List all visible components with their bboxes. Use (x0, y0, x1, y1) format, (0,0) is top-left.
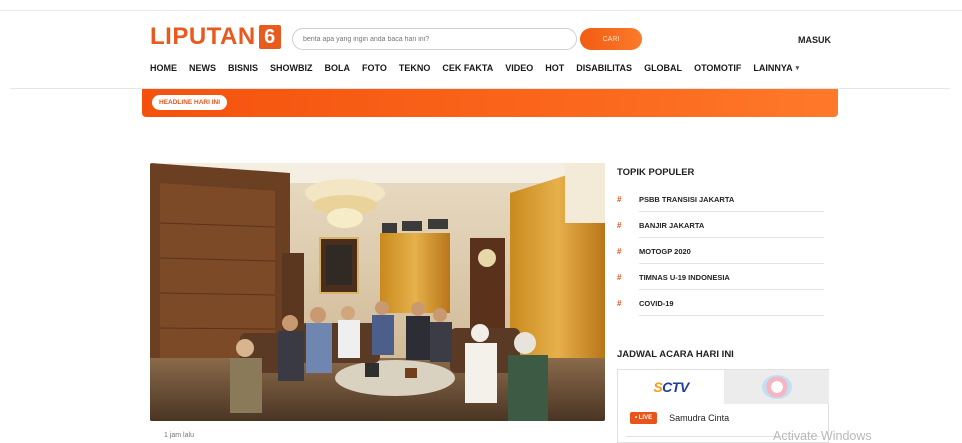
program-row[interactable]: • LIVE Samudra Cinta (630, 412, 729, 424)
hash-icon: # (617, 220, 622, 230)
topic-label: COVID-19 (639, 298, 674, 308)
topic-item[interactable]: # COVID-19 (617, 290, 824, 316)
topic-label: BANJIR JAKARTA (639, 220, 705, 230)
nav-item-disabilitas[interactable]: DISABILITAS (576, 63, 632, 73)
nav-item-showbiz[interactable]: SHOWBIZ (270, 63, 313, 73)
live-badge: • LIVE (630, 412, 658, 424)
topic-label: PSBB TRANSISI JAKARTA (639, 194, 735, 204)
site-logo[interactable]: LIPUTAN 6 (150, 24, 281, 50)
nav-item-bola[interactable]: BOLA (325, 63, 351, 73)
search-input[interactable] (292, 28, 577, 50)
hash-icon: # (617, 298, 622, 308)
topik-populer-list: # PSBB TRANSISI JAKARTA # BANJIR JAKARTA… (617, 186, 824, 316)
nav-item-news[interactable]: NEWS (189, 63, 216, 73)
hash-icon: # (617, 194, 622, 204)
nav-item-otomotif[interactable]: OTOMOTIF (694, 63, 741, 73)
topic-label: MOTOGP 2020 (639, 246, 691, 256)
logo-text: LIPUTAN (150, 23, 256, 50)
topik-populer-title: TOPIK POPULER (617, 167, 695, 178)
hash-icon: # (617, 246, 622, 256)
nav-item-cek-fakta[interactable]: CEK FAKTA (442, 63, 493, 73)
topic-label: TIMNAS U-19 INDONESIA (639, 272, 730, 282)
nav-item-more[interactable]: LAINNYA ▾ (753, 63, 799, 73)
program-name: Samudra Cinta (669, 413, 730, 423)
topic-divider (639, 315, 824, 316)
nav-item-foto[interactable]: FOTO (362, 63, 387, 73)
nav-more-label: LAINNYA (753, 63, 793, 73)
nav-item-video[interactable]: VIDEO (505, 63, 533, 73)
headline-label[interactable]: HEADLINE HARI INI (152, 95, 228, 110)
nav-item-global[interactable]: GLOBAL (644, 63, 682, 73)
login-link[interactable]: MASUK (798, 35, 831, 45)
topic-item[interactable]: # BANJIR JAKARTA (617, 212, 824, 238)
top-divider (0, 10, 962, 11)
page: LIPUTAN 6 CARI MASUK HOME NEWS BISNIS SH… (0, 0, 962, 443)
hero-image[interactable] (150, 163, 605, 421)
activate-windows-watermark: Activate Windows (773, 429, 872, 443)
jadwal-title: JADWAL ACARA HARI INI (617, 349, 734, 360)
headline-bar: HEADLINE HARI INI (142, 89, 838, 117)
sctv-logo: SCTV (653, 379, 689, 395)
article-timestamp: 1 jam lalu (164, 432, 194, 439)
hero-photo (150, 163, 605, 421)
logo-number: 6 (258, 25, 281, 49)
nav-item-home[interactable]: HOME (150, 63, 177, 73)
topic-item[interactable]: # TIMNAS U-19 INDONESIA (617, 264, 824, 290)
topic-item[interactable]: # PSBB TRANSISI JAKARTA (617, 186, 824, 212)
tab-sctv[interactable]: SCTV (618, 370, 724, 404)
nav-item-hot[interactable]: HOT (545, 63, 564, 73)
nav-item-bisnis[interactable]: BISNIS (228, 63, 258, 73)
chevron-down-icon: ▾ (795, 65, 800, 72)
main-nav: HOME NEWS BISNIS SHOWBIZ BOLA FOTO TEKNO… (150, 63, 811, 73)
nav-item-tekno[interactable]: TEKNO (399, 63, 431, 73)
indosiar-logo (761, 375, 792, 399)
tab-indosiar[interactable] (724, 370, 829, 404)
search-button[interactable]: CARI (580, 28, 642, 50)
hash-icon: # (617, 272, 622, 282)
topic-item[interactable]: # MOTOGP 2020 (617, 238, 824, 264)
